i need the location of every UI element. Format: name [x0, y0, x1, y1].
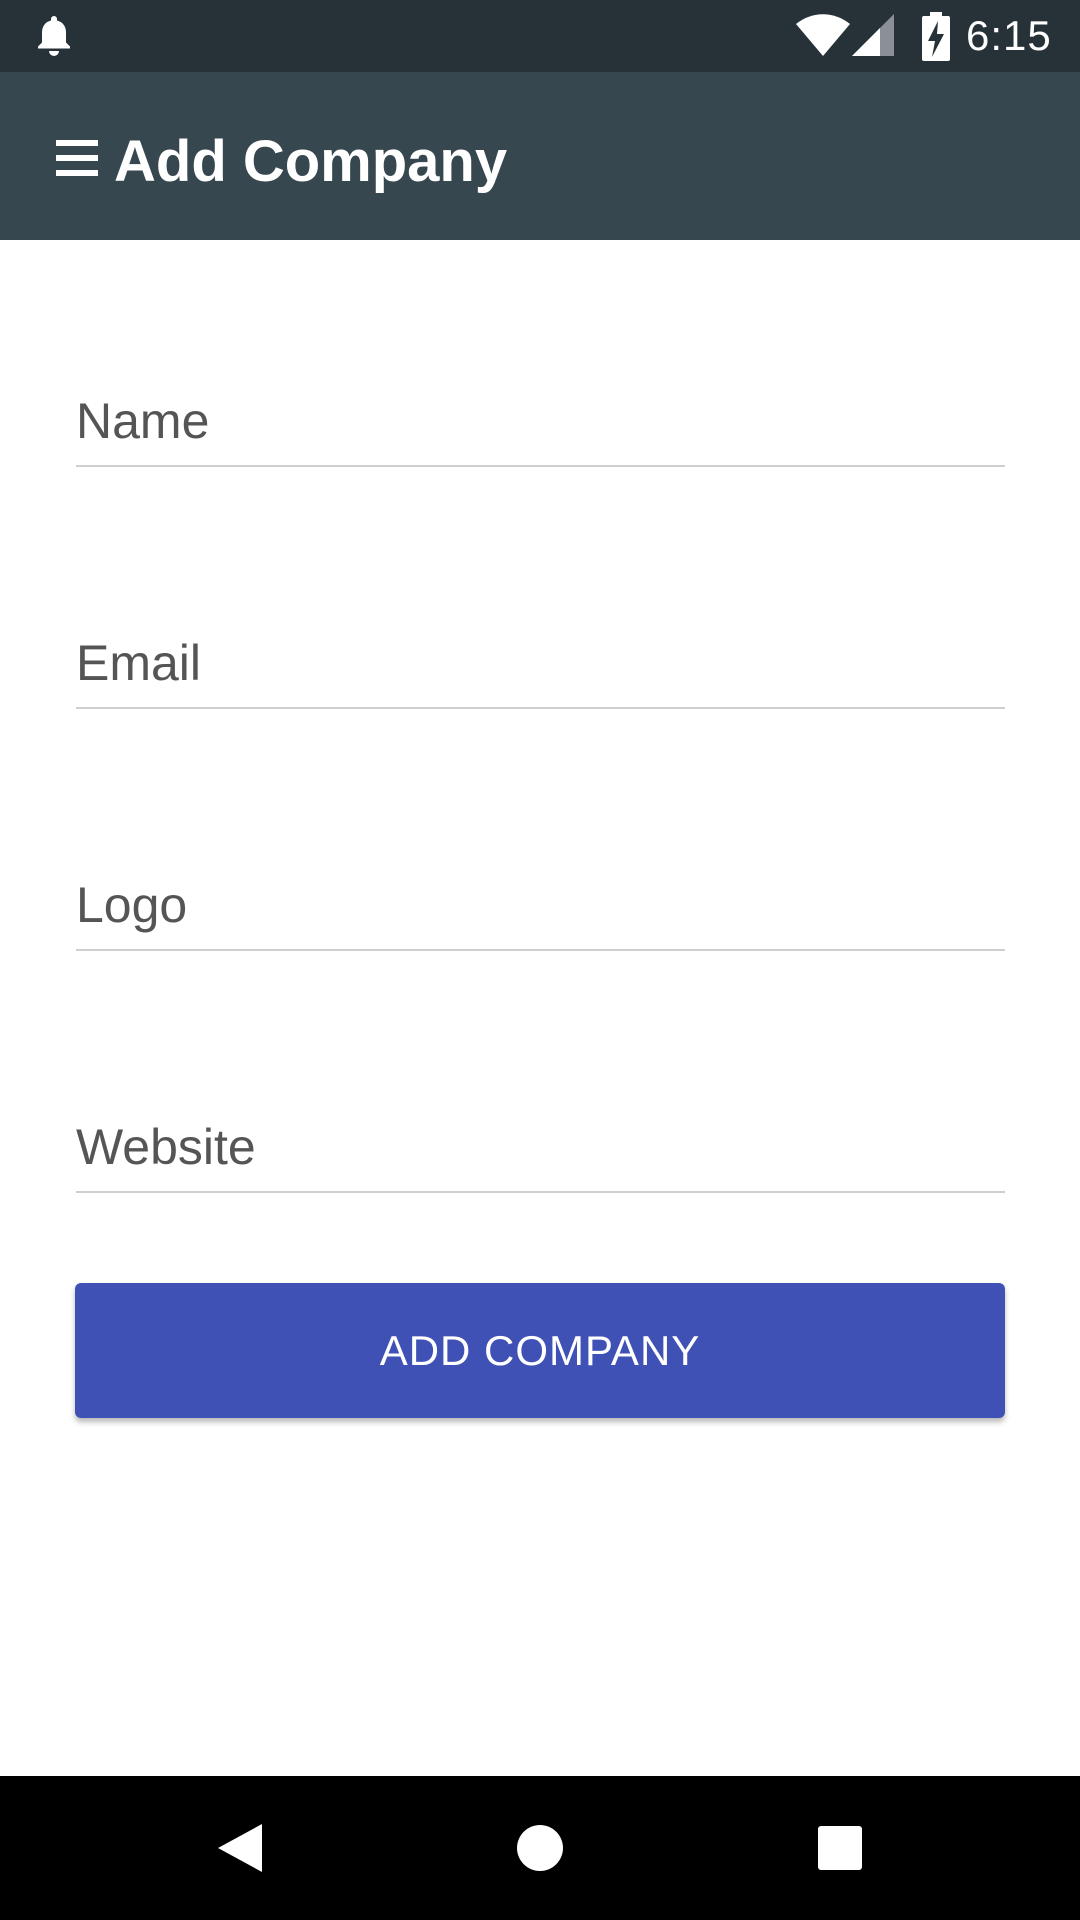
screen: 6:15 Add Company ADD COMPANY [0, 0, 1080, 1920]
hamburger-menu-icon[interactable] [56, 138, 98, 178]
signal-icon [852, 14, 894, 56]
battery-charging-icon [922, 12, 950, 61]
home-icon[interactable] [516, 1824, 564, 1872]
notification-bell-icon [38, 16, 70, 56]
status-bar: 6:15 [0, 0, 1080, 72]
back-icon[interactable] [216, 1822, 264, 1874]
website-input[interactable] [76, 1115, 1005, 1179]
email-input[interactable] [76, 631, 1005, 695]
status-time: 6:15 [966, 12, 1052, 59]
email-field[interactable] [76, 619, 1005, 709]
add-company-button[interactable]: ADD COMPANY [75, 1283, 1005, 1418]
page-title: Add Company [114, 129, 508, 194]
name-field[interactable] [76, 377, 1005, 467]
recent-apps-icon[interactable] [818, 1826, 862, 1870]
logo-field[interactable] [76, 861, 1005, 951]
wifi-icon [796, 14, 850, 56]
logo-input[interactable] [76, 873, 1005, 937]
website-field[interactable] [76, 1103, 1005, 1193]
name-input[interactable] [76, 389, 1005, 453]
